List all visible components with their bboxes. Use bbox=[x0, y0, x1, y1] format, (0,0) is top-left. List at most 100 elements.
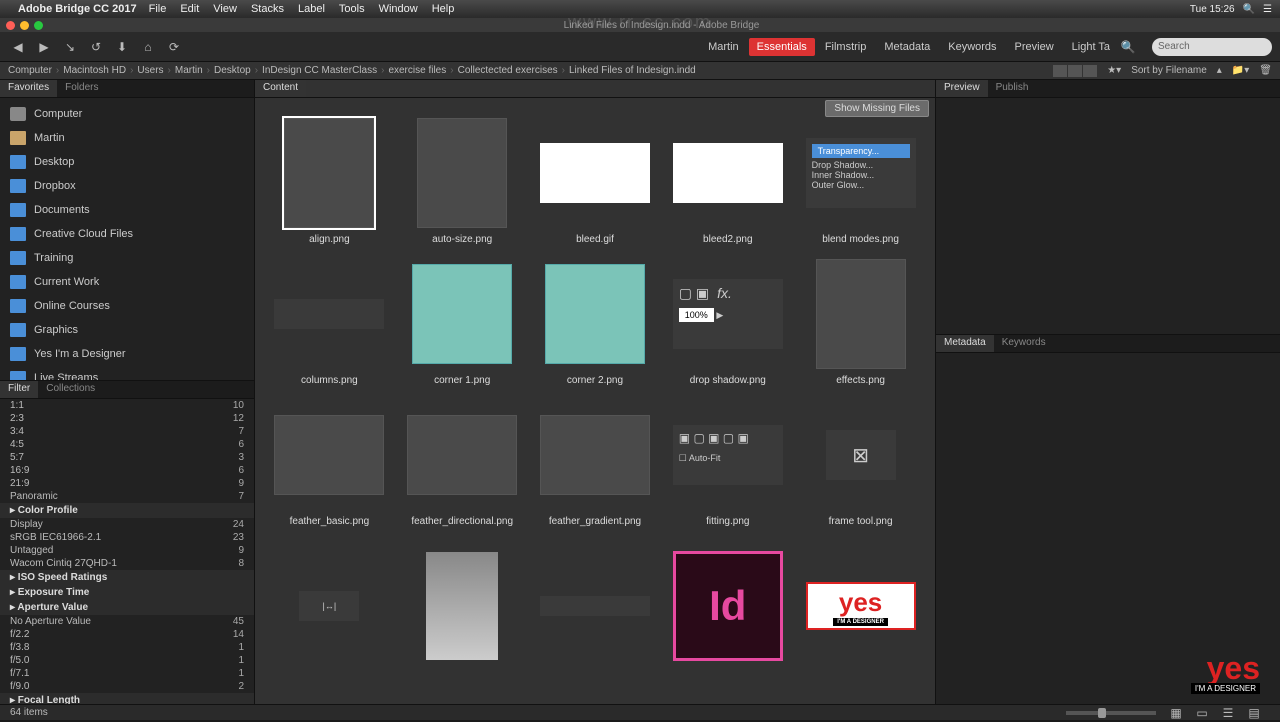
boomerang-icon[interactable]: ↺ bbox=[86, 38, 106, 56]
filter-row[interactable]: 1:110 bbox=[0, 399, 254, 412]
tab-favorites[interactable]: Favorites bbox=[0, 80, 57, 97]
thumbnail-size-slider[interactable] bbox=[1066, 711, 1156, 715]
workspace-preview[interactable]: Preview bbox=[1007, 38, 1062, 56]
thumbnail[interactable]: auto-size.png bbox=[400, 118, 525, 245]
filter-row[interactable]: 5:73 bbox=[0, 451, 254, 464]
sidebar-item-yes-i'm-a-designer[interactable]: Yes I'm a Designer bbox=[0, 342, 254, 366]
show-missing-button[interactable]: Show Missing Files bbox=[825, 100, 929, 117]
thumbnail[interactable]: yesI'M A DESIGNER bbox=[798, 541, 923, 681]
filter-row[interactable]: 4:56 bbox=[0, 438, 254, 451]
sidebar-item-live-streams[interactable]: Live Streams bbox=[0, 366, 254, 380]
path-segment[interactable]: Linked Files of Indesign.indd bbox=[569, 65, 696, 76]
thumbnail[interactable]: feather_basic.png bbox=[267, 400, 392, 527]
sidebar-item-graphics[interactable]: Graphics bbox=[0, 318, 254, 342]
filter-heading[interactable]: ▸ Aperture Value bbox=[0, 600, 254, 615]
minimize-icon[interactable] bbox=[20, 21, 29, 30]
filter-row[interactable]: f/7.11 bbox=[0, 667, 254, 680]
refresh-icon[interactable]: ⟳ bbox=[164, 38, 184, 56]
filter-row[interactable]: Wacom Cintiq 27QHD-18 bbox=[0, 557, 254, 570]
menu-view[interactable]: View bbox=[213, 3, 237, 15]
menu-stacks[interactable]: Stacks bbox=[251, 3, 284, 15]
filter-row[interactable]: f/9.02 bbox=[0, 680, 254, 693]
thumbnail[interactable]: Id bbox=[665, 541, 790, 681]
thumbnail[interactable]: effects.png bbox=[798, 259, 923, 386]
sidebar-item-dropbox[interactable]: Dropbox bbox=[0, 174, 254, 198]
path-segment[interactable]: Martin bbox=[175, 65, 203, 76]
thumbnail[interactable]: feather_gradient.png bbox=[532, 400, 657, 527]
sidebar-item-computer[interactable]: Computer bbox=[0, 102, 254, 126]
tab-publish[interactable]: Publish bbox=[988, 80, 1037, 97]
path-segment[interactable]: Users bbox=[137, 65, 163, 76]
list-view-icon[interactable]: ☰ bbox=[1218, 704, 1238, 722]
thumbnail[interactable]: ▣ ▢ ▣ ▢ ▣☐ Auto-Fitfitting.png bbox=[665, 400, 790, 527]
filter-heading[interactable]: ▸ Color Profile bbox=[0, 503, 254, 518]
thumbnail[interactable]: Transparency...Drop Shadow...Inner Shado… bbox=[798, 118, 923, 245]
sidebar-item-online-courses[interactable]: Online Courses bbox=[0, 294, 254, 318]
filter-row[interactable]: f/5.01 bbox=[0, 654, 254, 667]
camera-icon[interactable]: ⌂ bbox=[138, 38, 158, 56]
menu-window[interactable]: Window bbox=[379, 3, 418, 15]
lock-view-icon[interactable]: ▭ bbox=[1192, 704, 1212, 722]
filter-row[interactable]: 3:47 bbox=[0, 425, 254, 438]
download-icon[interactable]: ⬇ bbox=[112, 38, 132, 56]
thumbnail[interactable]: bleed2.png bbox=[665, 118, 790, 245]
filter-heading[interactable]: ▸ Exposure Time bbox=[0, 585, 254, 600]
thumbnail[interactable]: corner 2.png bbox=[532, 259, 657, 386]
reveal-button[interactable]: ↘ bbox=[60, 38, 80, 56]
search-input[interactable]: Search bbox=[1152, 38, 1272, 56]
sort-asc-icon[interactable]: ▴ bbox=[1217, 65, 1222, 76]
app-name[interactable]: Adobe Bridge CC 2017 bbox=[18, 3, 137, 15]
path-segment[interactable]: Computer bbox=[8, 65, 52, 76]
star-filter-icon[interactable]: ★▾ bbox=[1107, 65, 1121, 76]
thumbnail[interactable] bbox=[400, 541, 525, 681]
sidebar-item-desktop[interactable]: Desktop bbox=[0, 150, 254, 174]
grid-view-icon[interactable]: ▦ bbox=[1166, 704, 1186, 722]
new-folder-icon[interactable]: 📁▾ bbox=[1232, 65, 1249, 76]
workspace-light ta[interactable]: Light Ta bbox=[1064, 38, 1118, 56]
thumbnail[interactable]: bleed.gif bbox=[532, 118, 657, 245]
sidebar-item-documents[interactable]: Documents bbox=[0, 198, 254, 222]
workspace-martin[interactable]: Martin bbox=[700, 38, 747, 56]
zoom-icon[interactable] bbox=[34, 21, 43, 30]
thumbnail[interactable] bbox=[532, 541, 657, 681]
workspace-metadata[interactable]: Metadata bbox=[876, 38, 938, 56]
thumbnail[interactable]: align.png bbox=[267, 118, 392, 245]
menu-help[interactable]: Help bbox=[432, 3, 455, 15]
workspace-keywords[interactable]: Keywords bbox=[940, 38, 1004, 56]
thumbnail[interactable]: |↔| bbox=[267, 541, 392, 681]
menu-edit[interactable]: Edit bbox=[180, 3, 199, 15]
filter-row[interactable]: sRGB IEC61966-2.123 bbox=[0, 531, 254, 544]
tab-filter[interactable]: Filter bbox=[0, 381, 38, 398]
sidebar-item-current-work[interactable]: Current Work bbox=[0, 270, 254, 294]
thumbnail[interactable]: feather_directional.png bbox=[400, 400, 525, 527]
filter-row[interactable]: No Aperture Value45 bbox=[0, 615, 254, 628]
path-segment[interactable]: exercise files bbox=[388, 65, 446, 76]
path-segment[interactable]: Macintosh HD bbox=[63, 65, 126, 76]
thumbnail[interactable]: ▢ ▣ fx.100% ▶drop shadow.png bbox=[665, 259, 790, 386]
tab-collections[interactable]: Collections bbox=[38, 381, 103, 398]
view-mode-buttons[interactable] bbox=[1053, 65, 1097, 77]
path-segment[interactable]: Desktop bbox=[214, 65, 251, 76]
sidebar-item-creative-cloud-files[interactable]: Creative Cloud Files bbox=[0, 222, 254, 246]
thumbnail[interactable]: columns.png bbox=[267, 259, 392, 386]
path-segment[interactable]: InDesign CC MasterClass bbox=[262, 65, 377, 76]
workspace-filmstrip[interactable]: Filmstrip bbox=[817, 38, 875, 56]
filter-row[interactable]: Untagged9 bbox=[0, 544, 254, 557]
forward-button[interactable]: ▶ bbox=[34, 38, 54, 56]
menu-label[interactable]: Label bbox=[298, 3, 325, 15]
menu-tools[interactable]: Tools bbox=[339, 3, 365, 15]
filter-row[interactable]: 2:312 bbox=[0, 412, 254, 425]
trash-icon[interactable]: 🗑 bbox=[1259, 65, 1272, 76]
back-button[interactable]: ◀ bbox=[8, 38, 28, 56]
filter-row[interactable]: 21:99 bbox=[0, 477, 254, 490]
filter-row[interactable]: Panoramic7 bbox=[0, 490, 254, 503]
filter-heading[interactable]: ▸ Focal Length bbox=[0, 693, 254, 704]
sidebar-item-training[interactable]: Training bbox=[0, 246, 254, 270]
path-segment[interactable]: Collectected exercises bbox=[458, 65, 558, 76]
workspace-essentials[interactable]: Essentials bbox=[749, 38, 815, 56]
filter-heading[interactable]: ▸ ISO Speed Ratings bbox=[0, 570, 254, 585]
menu-file[interactable]: File bbox=[149, 3, 167, 15]
filter-row[interactable]: Display24 bbox=[0, 518, 254, 531]
menu-icon[interactable]: ☰ bbox=[1263, 4, 1272, 15]
search-icon[interactable]: 🔍 bbox=[1118, 38, 1138, 56]
